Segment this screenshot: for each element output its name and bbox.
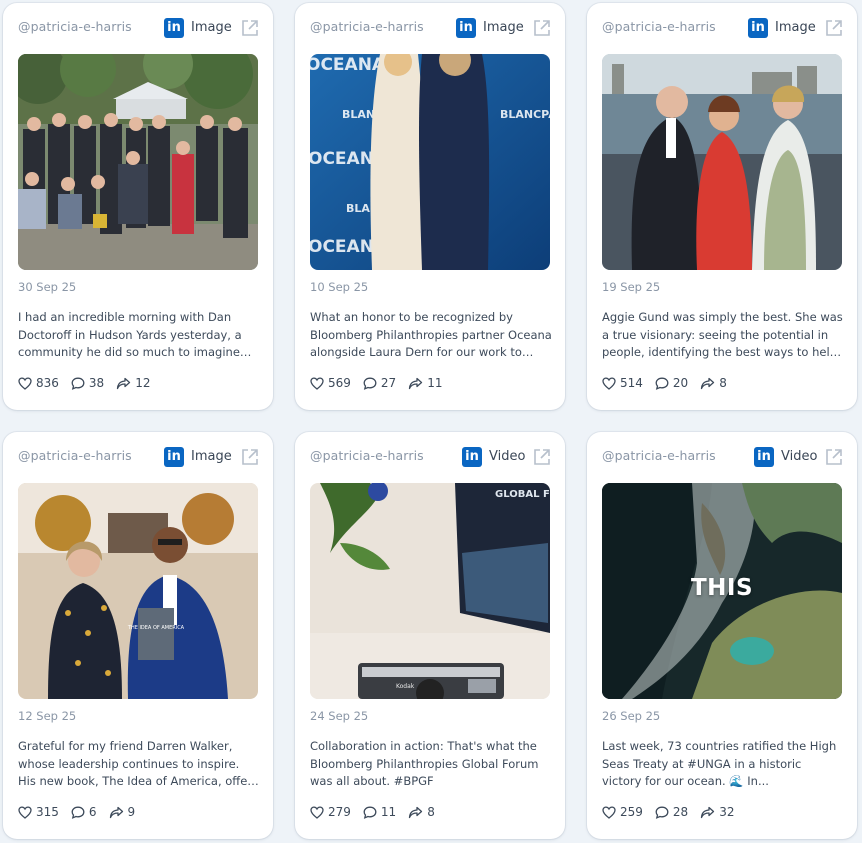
media-type-label: Image	[775, 20, 816, 35]
post-date: 19 Sep 25	[602, 280, 661, 294]
comment-icon	[655, 806, 669, 819]
linkedin-icon: in	[748, 18, 768, 38]
post-image[interactable]: THE IDEA OF AMERICA	[18, 483, 258, 699]
comments-count: 27	[380, 376, 397, 390]
comments-count: 11	[380, 805, 397, 819]
post-stats: 259 28 32	[602, 805, 746, 819]
heart-icon	[602, 376, 616, 390]
post-video[interactable]: GLOBAL FORUM 2025 Kodak	[310, 483, 550, 699]
post-card[interactable]: @patricia-e-harris in Image 30 Sep 25 I …	[3, 3, 273, 410]
post-text: Last week, 73 countries ratified the Hig…	[602, 739, 837, 788]
comment-icon	[71, 377, 85, 390]
heart-icon	[602, 805, 616, 819]
post-card[interactable]: @patricia-e-harris in Image THE IDEA OF …	[3, 432, 273, 839]
likes-count: 279	[328, 805, 351, 819]
post-text: Collaboration in action: That's what the…	[310, 739, 539, 788]
post-text: What an honor to be recognized by Bloomb…	[310, 310, 552, 359]
share-icon	[701, 377, 715, 389]
media-type-label: Image	[191, 449, 232, 464]
post-stats: 315 6 9	[18, 805, 147, 819]
external-link-icon[interactable]	[241, 448, 259, 466]
media-type-label: Video	[489, 449, 526, 464]
comment-icon	[363, 377, 377, 390]
post-date: 30 Sep 25	[18, 280, 77, 294]
post-date: 26 Sep 25	[602, 709, 661, 723]
comment-icon	[655, 377, 669, 390]
post-card[interactable]: @patricia-e-harris in Video GLOBAL FORUM…	[295, 432, 565, 839]
linkedin-icon: in	[456, 18, 476, 38]
post-video[interactable]: THIS	[602, 483, 842, 699]
post-image[interactable]: OCEANA OCEANA OCEANA BLANCPAIN BLANCPAIN…	[310, 54, 550, 270]
shares-count: 32	[719, 805, 735, 819]
forum-sign: GLOBAL FORUM 2025	[495, 489, 550, 500]
comments-count: 28	[672, 805, 689, 819]
share-icon	[701, 806, 715, 818]
post-image[interactable]	[18, 54, 258, 270]
post-card[interactable]: @patricia-e-harris in Image 19 Sep 25 Ag…	[587, 3, 857, 410]
video-overlay-text: THIS	[690, 575, 754, 601]
camera-brand: Kodak	[396, 683, 415, 690]
likes-count: 514	[620, 376, 643, 390]
post-date: 12 Sep 25	[18, 709, 77, 723]
linkedin-icon: in	[164, 18, 184, 38]
media-type-label: Image	[191, 20, 232, 35]
likes-count: 315	[36, 805, 59, 819]
linkedin-icon: in	[164, 447, 184, 467]
share-icon	[409, 377, 423, 389]
shares-count: 11	[427, 376, 443, 390]
shares-count: 8	[719, 376, 727, 390]
likes-count: 836	[36, 376, 59, 390]
post-stats: 569 27 11	[310, 376, 454, 390]
author-handle[interactable]: @patricia-e-harris	[18, 448, 132, 463]
external-link-icon[interactable]	[241, 19, 259, 37]
external-link-icon[interactable]	[825, 448, 843, 466]
blancpain-sign: BLANCPAIN	[500, 108, 550, 121]
heart-icon	[18, 376, 32, 390]
post-grid: @patricia-e-harris in Image 30 Sep 25 I …	[0, 0, 862, 843]
external-link-icon[interactable]	[533, 19, 551, 37]
shares-count: 12	[135, 376, 151, 390]
comments-count: 38	[88, 376, 105, 390]
linkedin-icon: in	[462, 447, 482, 467]
post-text: Aggie Gund was simply the best. She was …	[602, 310, 843, 359]
likes-count: 569	[328, 376, 351, 390]
likes-count: 259	[620, 805, 643, 819]
post-stats: 836 38 12	[18, 376, 162, 390]
shares-count: 8	[427, 805, 435, 819]
oceana-sign: OCEANA	[310, 55, 386, 75]
post-text: I had an incredible morning with Dan Doc…	[18, 310, 242, 359]
shares-count: 9	[127, 805, 136, 819]
post-image[interactable]	[602, 54, 842, 270]
heart-icon	[310, 376, 324, 390]
author-handle[interactable]: @patricia-e-harris	[602, 448, 716, 463]
post-date: 24 Sep 25	[310, 709, 369, 723]
media-type-label: Video	[781, 449, 818, 464]
post-stats: 279 11 8	[310, 805, 447, 819]
share-icon	[117, 377, 131, 389]
comment-icon	[71, 806, 85, 819]
post-text: Grateful for my friend Darren Walker, wh…	[18, 739, 259, 788]
share-icon	[409, 806, 423, 818]
external-link-icon[interactable]	[825, 19, 843, 37]
media-type-label: Image	[483, 20, 524, 35]
author-handle[interactable]: @patricia-e-harris	[310, 19, 424, 34]
author-handle[interactable]: @patricia-e-harris	[310, 448, 424, 463]
external-link-icon[interactable]	[533, 448, 551, 466]
post-date: 10 Sep 25	[310, 280, 369, 294]
comments-count: 20	[672, 376, 689, 390]
post-stats: 514 20 8	[602, 376, 739, 390]
comment-icon	[363, 806, 377, 819]
author-handle[interactable]: @patricia-e-harris	[602, 19, 716, 34]
linkedin-icon: in	[754, 447, 774, 467]
post-card[interactable]: @patricia-e-harris in Image OCEANA OCEAN…	[295, 3, 565, 410]
author-handle[interactable]: @patricia-e-harris	[18, 19, 132, 34]
book-title: THE IDEA OF AMERICA	[127, 625, 185, 631]
heart-icon	[310, 805, 324, 819]
comments-count: 6	[88, 805, 97, 819]
share-icon	[109, 806, 123, 818]
post-card[interactable]: @patricia-e-harris in Video THIS 26 Sep …	[587, 432, 857, 839]
heart-icon	[18, 805, 32, 819]
